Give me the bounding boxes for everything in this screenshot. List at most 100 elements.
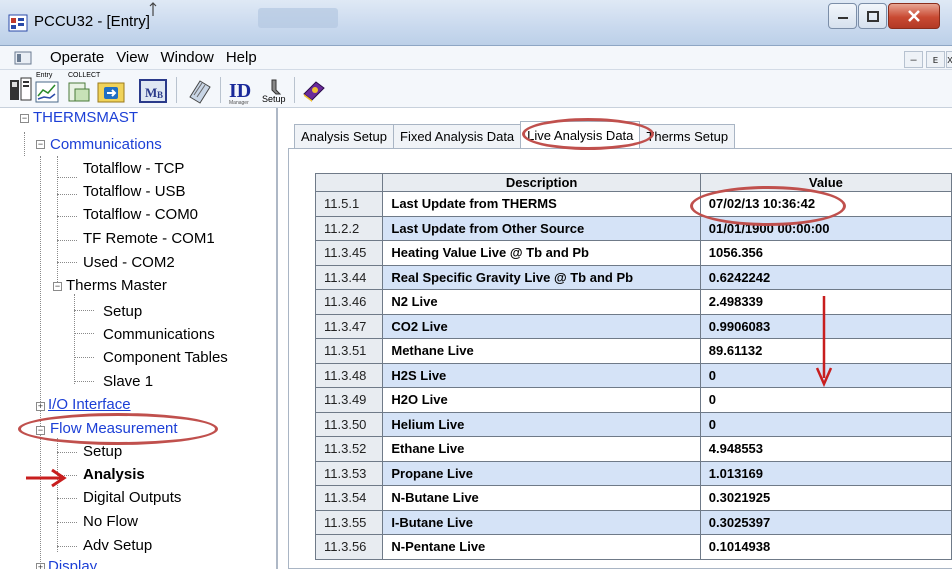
row-value[interactable]: 0 — [699, 411, 952, 437]
row-code: 11.5.1 — [314, 191, 384, 217]
toolbar-separator — [176, 77, 177, 103]
help-book-icon[interactable] — [300, 76, 328, 104]
mdi-minimize-button[interactable]: – — [904, 51, 923, 68]
row-code: 11.3.55 — [314, 509, 384, 535]
maximize-icon — [866, 10, 879, 22]
row-description: N2 Live — [382, 289, 701, 315]
row-value[interactable]: 1056.356 — [699, 240, 952, 266]
tree-therms-master[interactable]: Therms Master — [66, 277, 167, 294]
right-arrow-icon — [26, 468, 67, 488]
row-value[interactable]: 0.3021925 — [699, 485, 952, 511]
tree-io-interface[interactable]: I/O Interface — [48, 396, 131, 413]
graph-icon[interactable] — [34, 80, 60, 104]
tree-display[interactable]: Display — [48, 558, 97, 569]
table-row[interactable]: 11.3.54 N-Butane Live 0.3021925 — [314, 485, 952, 511]
collapse-icon[interactable]: − — [20, 114, 29, 123]
row-description: Real Specific Gravity Live @ Tb and Pb — [382, 264, 701, 290]
row-description: I-Butane Live — [382, 509, 701, 535]
document-icon[interactable] — [14, 51, 32, 65]
expand-icon[interactable]: + — [36, 402, 45, 411]
column-header-code[interactable] — [314, 173, 384, 192]
toolbar-separator — [294, 77, 295, 103]
collect-icon[interactable] — [66, 80, 92, 104]
tab-fixed-analysis-data[interactable]: Fixed Analysis Data — [393, 124, 522, 148]
mdi-restore-button[interactable]: ᴇ — [926, 51, 945, 68]
table-row[interactable]: 11.3.44 Real Specific Gravity Live @ Tb a… — [314, 264, 952, 290]
toolbar: Entry COLLECT M B ID Manager Setup — [0, 70, 952, 108]
row-value[interactable]: 0.3025397 — [699, 509, 952, 535]
table-row[interactable]: 11.2.2 Last Update from Other Source 01/01… — [314, 215, 952, 241]
tree-therms-setup[interactable]: Setup — [103, 303, 142, 320]
svg-text:Manager: Manager — [229, 100, 249, 105]
table-row[interactable]: 11.3.49 H2O Live 0 — [314, 387, 952, 413]
menu-operate[interactable]: Operate — [44, 49, 110, 66]
row-code: 11.3.56 — [314, 534, 384, 560]
tree-comm-com0[interactable]: Totalflow - COM0 — [83, 206, 198, 223]
row-description: Propane Live — [382, 460, 701, 486]
tree-flow-analysis[interactable]: Analysis — [83, 466, 145, 483]
menu-help[interactable]: Help — [220, 49, 263, 66]
drive-icon[interactable] — [186, 77, 214, 105]
maximize-button[interactable] — [858, 3, 887, 29]
table-row[interactable]: 11.3.55 I-Butane Live 0.3025397 — [314, 509, 952, 535]
row-code: 11.2.2 — [314, 215, 384, 241]
annotation-ellipse-tab — [522, 118, 654, 150]
table-row[interactable]: 11.3.56 N-Pentane Live 0.1014938 — [314, 534, 952, 560]
menu-window[interactable]: Window — [154, 49, 219, 66]
row-value[interactable]: 0.1014938 — [699, 534, 952, 560]
row-value[interactable]: 0 — [699, 387, 952, 413]
table-row[interactable]: 11.3.47 CO2 Live 0.9906083 — [314, 313, 952, 339]
down-arrow-icon — [815, 296, 833, 388]
row-code: 11.3.45 — [314, 240, 384, 266]
mdi-close-button[interactable]: x — [946, 51, 952, 68]
table-row[interactable]: 11.3.45 Heating Value Live @ Tb and Pb 105… — [314, 240, 952, 266]
mouse-cursor-icon — [149, 2, 157, 16]
row-description: Helium Live — [382, 411, 701, 437]
collapse-icon[interactable]: − — [53, 282, 62, 291]
table-row[interactable]: 11.3.51 Methane Live 89.61132 — [314, 338, 952, 364]
tree-communications[interactable]: Communications — [50, 136, 162, 153]
tab-analysis-setup[interactable]: Analysis Setup — [294, 124, 394, 148]
row-value[interactable]: 1.013169 — [699, 460, 952, 486]
tree-comm-usb[interactable]: Totalflow - USB — [83, 183, 186, 200]
expand-icon[interactable]: + — [36, 563, 45, 569]
menu-bar: Operate View Window Help — [0, 46, 952, 70]
row-value[interactable]: 0.6242242 — [699, 264, 952, 290]
svg-text:M: M — [145, 85, 157, 100]
close-button[interactable] — [888, 3, 940, 29]
tab-therms-setup[interactable]: Therms Setup — [639, 124, 736, 148]
folder-refresh-icon[interactable] — [96, 78, 126, 104]
tree-no-flow[interactable]: No Flow — [83, 513, 138, 530]
tree-digital-outputs[interactable]: Digital Outputs — [83, 489, 181, 506]
row-value[interactable]: 4.948553 — [699, 436, 952, 462]
tree-component-tables[interactable]: Component Tables — [103, 349, 228, 366]
table-row[interactable]: 11.3.50 Helium Live 0 — [314, 411, 952, 437]
tree-flow-setup[interactable]: Setup — [83, 443, 122, 460]
table-row[interactable]: 11.3.52 Ethane Live 4.948553 — [314, 436, 952, 462]
tree-comm-com1[interactable]: TF Remote - COM1 — [83, 230, 215, 247]
entry-icon[interactable] — [8, 74, 34, 104]
setup-label: Setup — [262, 94, 286, 104]
row-description: N-Pentane Live — [382, 534, 701, 560]
tree-comm-tcp[interactable]: Totalflow - TCP — [83, 160, 184, 177]
annotation-ellipse-value — [690, 186, 846, 226]
column-header-description[interactable]: Description — [382, 173, 701, 192]
tree-comm-com2[interactable]: Used - COM2 — [83, 254, 175, 271]
navigation-tree: − THERMSMAST − Communications Totalflow … — [0, 108, 278, 569]
row-description: H2S Live — [382, 362, 701, 388]
tree-slave-1[interactable]: Slave 1 — [103, 373, 153, 390]
tree-adv-setup[interactable]: Adv Setup — [83, 537, 152, 554]
tree-root-thermsmast[interactable]: THERMSMAST — [33, 109, 138, 126]
menu-view[interactable]: View — [110, 49, 154, 66]
table-row[interactable]: 11.3.48 H2S Live 0 — [314, 362, 952, 388]
minimize-button[interactable] — [828, 3, 857, 29]
table-row[interactable]: 11.3.46 N2 Live 2.498339 — [314, 289, 952, 315]
collapse-icon[interactable]: − — [36, 140, 45, 149]
table-row[interactable]: 11.3.53 Propane Live 1.013169 — [314, 460, 952, 486]
id-icon[interactable]: ID Manager — [228, 75, 258, 105]
row-code: 11.3.47 — [314, 313, 384, 339]
tree-therms-communications[interactable]: Communications — [103, 326, 215, 343]
mb-icon[interactable]: M B — [138, 78, 168, 104]
svg-text:B: B — [157, 90, 163, 100]
table-row[interactable]: 11.5.1 Last Update from THERMS 07/02/13 10… — [314, 191, 952, 217]
